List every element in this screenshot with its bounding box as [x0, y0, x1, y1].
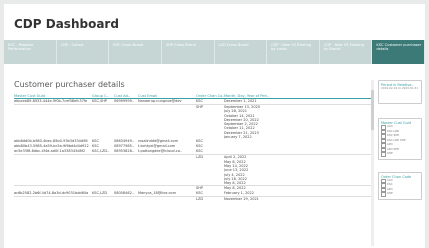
table-row[interactable]: SHP September 13, 2020 July 28, 2021 Octobe… — [14, 104, 374, 139]
cell-dates — [224, 149, 284, 154]
cell-email: Nanaerup.nungnoe@dev — [138, 99, 182, 103]
header-cust-email[interactable]: Cust Email — [138, 94, 196, 98]
table-row[interactable]: LZD November 29, 2021 — [14, 196, 374, 202]
cell-channel: KSC — [196, 191, 203, 196]
tab-ksc-customer-purchaser-details[interactable]: KSC Customer purchaser details — [372, 40, 425, 64]
checkbox-icon[interactable] — [381, 192, 386, 197]
cell-group: KSC,SHP — [92, 99, 108, 103]
cell-channel: SHP — [196, 105, 203, 109]
filter-option-label: SHP — [387, 151, 393, 156]
cell-cust-ad: 08953828.. — [114, 149, 135, 154]
header-group[interactable]: Group C.. — [92, 94, 114, 98]
scrollbar-thumb[interactable] — [371, 90, 374, 130]
cell-date: May 8, 2022 — [224, 186, 246, 191]
cell-cust-ad — [114, 197, 138, 202]
page-title: CDP Dashboard — [14, 17, 119, 31]
table-row[interactable]: LZD April 2, 2022 May 8, 2022 May 14, 2022 J… — [14, 154, 374, 185]
table-scrollbar[interactable] — [371, 80, 374, 246]
cell-channel: LZD — [196, 155, 204, 160]
filter-option-label: SHP — [387, 191, 393, 196]
cell-cust-guid — [14, 155, 92, 185]
cell-date: February 1, 2022 — [224, 191, 254, 196]
cell-channel: KSC — [196, 149, 203, 154]
cell-group — [92, 105, 114, 139]
header-order-chan-code[interactable]: Order Chan Co.. — [196, 94, 224, 98]
cell-cust-ad — [114, 105, 138, 139]
cell-email — [138, 197, 196, 202]
cell-cust-guid — [14, 197, 92, 202]
filter-option[interactable]: SHP — [381, 152, 419, 157]
cell-group: KSC,LZD — [92, 191, 108, 196]
tab-new-vs-existing-brand[interactable]: CDP - New VS Existing by Brand.. — [320, 40, 373, 64]
cell-cust-guid — [14, 105, 92, 139]
tab-new-vs-existing-customer[interactable]: CDP - New VS Existing by custo.. — [267, 40, 320, 64]
cell-dates: April 2, 2022 May 8, 2022 May 14, 2022 June… — [224, 155, 284, 185]
filter-period[interactable]: Period in Relative.. 2019-02-01 to 2023-… — [378, 80, 422, 104]
cell-email: Manyca_18@live.com — [138, 191, 176, 196]
tab-cdp-cohort[interactable]: CDP - Cohort — [57, 40, 110, 64]
cell-date: November 29, 2021 — [224, 197, 259, 202]
cell-dates: November 29, 2021 — [224, 197, 284, 202]
cell-cust-ad: 06999999.. — [114, 99, 135, 103]
cell-group: KSC,LZD.. — [92, 149, 110, 154]
tab-bar: KSC - Register Performance CDP - Cohort … — [4, 40, 425, 64]
cell-date: May 8, 2022 — [224, 181, 246, 186]
table-title: Customer purchaser details — [14, 80, 125, 89]
cell-channel: LZD — [196, 197, 204, 202]
filter-order-chan[interactable]: Order Chan Code (All) KSC LZD SHP — [378, 171, 422, 200]
header-master-cust-guid[interactable]: Master Cust Guid — [14, 94, 92, 98]
cell-group — [92, 155, 114, 185]
cell-cust-guid: ac5e33f8-8dbc-4f4d-ad0f-1a338343d8f2 — [14, 149, 86, 154]
tab-shp-cross-brand[interactable]: SHP Cross Brand — [162, 40, 215, 64]
header-cust-ad[interactable]: Cust Ad.. — [114, 94, 138, 98]
cell-group — [92, 197, 114, 202]
filter-options: (All) KSC LZD SHP — [381, 178, 419, 197]
cell-date: December 1, 2021 — [224, 99, 257, 103]
filter-master-cust[interactable]: Master Cust Guid (All) KSC LZD KSC SHP KSC … — [378, 118, 422, 160]
cell-dates: February 1, 2022 — [224, 191, 284, 196]
cell-email — [138, 105, 196, 139]
cell-cust-guid: abbceb89-8933-444e-9f0b-7cef08efc37fe — [14, 99, 88, 103]
cell-dates: December 1, 2021 — [224, 99, 284, 104]
table-header: Master Cust Guid Group C.. Cust Ad.. Cus… — [14, 92, 374, 99]
cell-email — [138, 155, 196, 185]
cell-cust-guid: ac6b2582-2b6f-4d74-8a3d-dc9031bdd60a — [14, 191, 89, 196]
filter-range: 2019-02-01 to 2023-01-31 — [381, 86, 419, 90]
checkbox-icon[interactable] — [381, 152, 386, 157]
tab-ksc-register-performance[interactable]: KSC - Register Performance — [4, 40, 57, 64]
cell-cust-ad — [114, 155, 138, 185]
cell-channel: KSC — [196, 99, 203, 103]
cell-dates: September 13, 2020 July 28, 2021 October 1… — [224, 105, 284, 139]
tab-lzd-cross-brand[interactable]: LZD Cross Brand — [215, 40, 268, 64]
customer-table-panel: Customer purchaser details Master Cust G… — [14, 80, 374, 248]
cell-email: t.pattongdee@icloud.co.. — [138, 149, 182, 154]
tab-ksc-cross-brand[interactable]: KSC Cross Brand — [109, 40, 162, 64]
cell-cust-ad: 08058462.. — [114, 191, 135, 196]
table-body: abbceb89-8933-444e-9f0b-7cef08efc37fe KSC… — [14, 99, 374, 202]
filter-option[interactable]: SHP — [381, 192, 419, 197]
filter-options: (All) KSC LZD KSC SHP KSC LZD SHP LZD LZD SHP… — [381, 125, 419, 157]
header-date[interactable]: Month, Day, Year of Peri.. — [224, 94, 284, 98]
filter-panel: Period in Relative.. 2019-02-01 to 2023-… — [378, 80, 422, 248]
